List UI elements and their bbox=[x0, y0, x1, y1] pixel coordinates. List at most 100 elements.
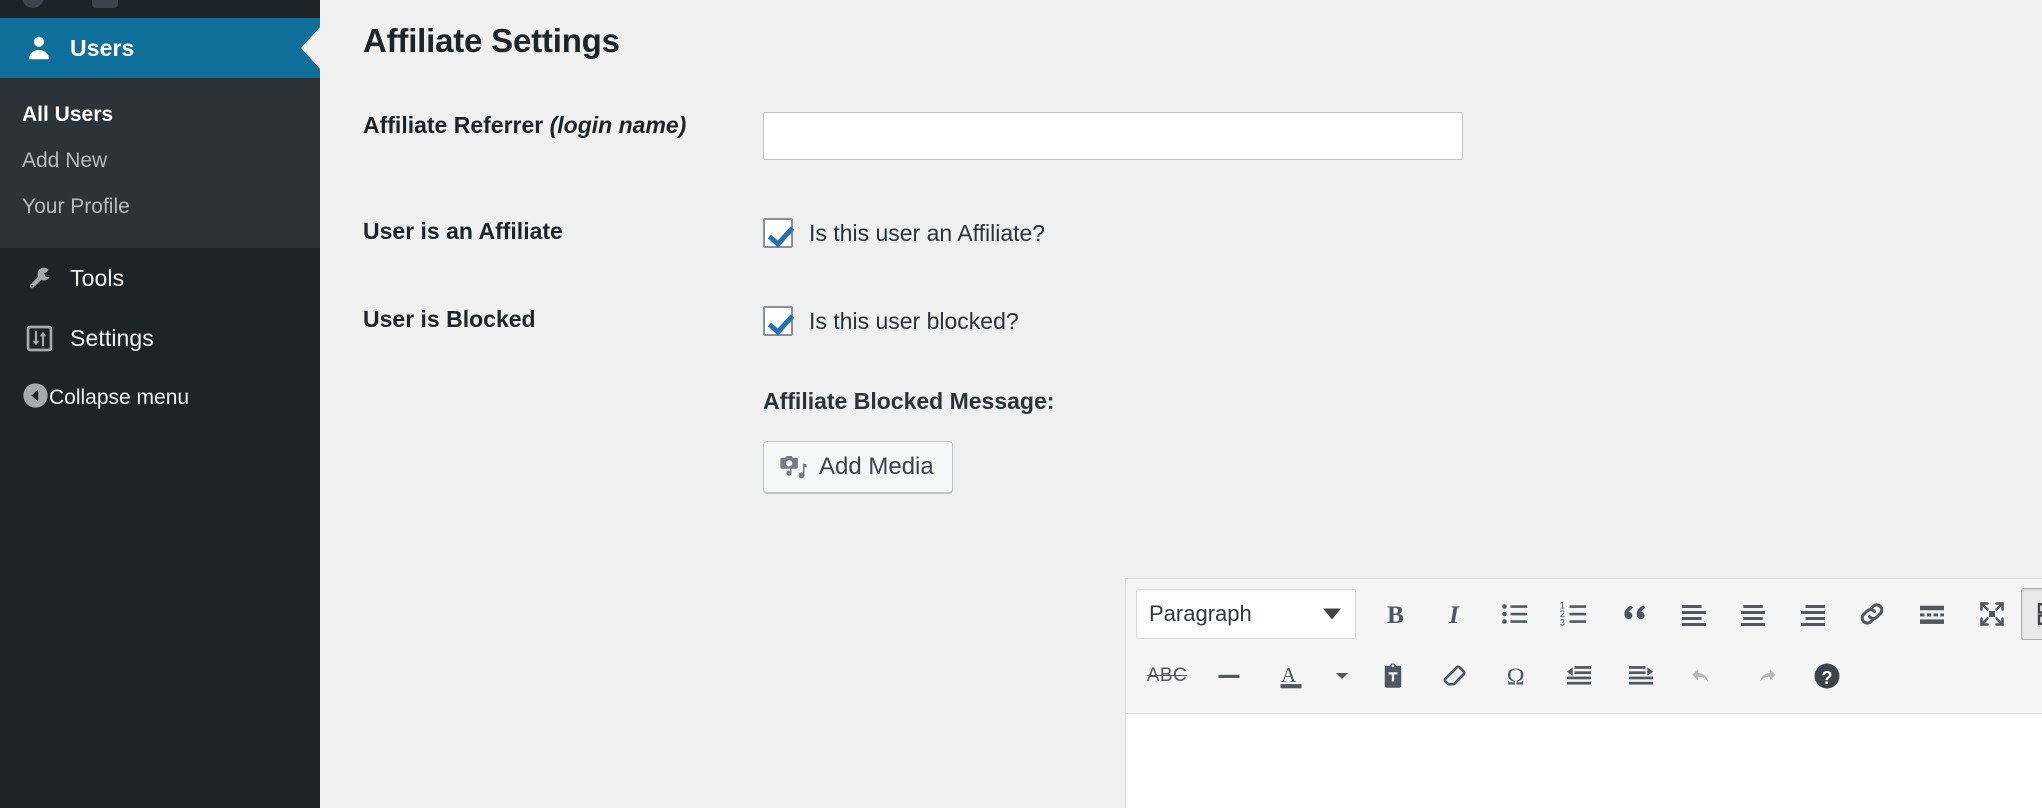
add-media-label: Add Media bbox=[819, 453, 934, 481]
sidebar-item-your-profile[interactable]: Your Profile bbox=[0, 184, 320, 230]
italic-button[interactable]: I bbox=[1425, 588, 1485, 640]
affiliate-settings-form: Affiliate Referrer (login name) User is … bbox=[320, 112, 2042, 493]
editor-content-area[interactable] bbox=[1126, 714, 2042, 808]
main-content: Affiliate Settings Affiliate Referrer (l… bbox=[320, 0, 2042, 808]
form-row-user-is-affiliate: User is an Affiliate Is this user an Aff… bbox=[320, 218, 2042, 248]
special-character-button[interactable]: Ω bbox=[1486, 650, 1548, 702]
rich-text-editor: Paragraph B I bbox=[1125, 578, 2042, 808]
blockquote-button[interactable] bbox=[1604, 588, 1664, 640]
numbered-list-icon: 1 2 3 bbox=[1559, 599, 1589, 629]
sidebar-item-all-users[interactable]: All Users bbox=[0, 92, 320, 138]
clear-formatting-eraser-icon bbox=[1440, 661, 1470, 691]
form-row-affiliate-referrer: Affiliate Referrer (login name) bbox=[320, 112, 2042, 160]
outdent-icon bbox=[1564, 661, 1594, 691]
chevron-down-icon bbox=[1332, 666, 1352, 686]
paste-as-text-icon bbox=[1378, 661, 1408, 691]
user-is-blocked-checkbox-label: Is this user blocked? bbox=[809, 308, 1019, 335]
format-select[interactable]: Paragraph bbox=[1136, 589, 1356, 639]
link-icon bbox=[1857, 599, 1887, 629]
undo-button[interactable] bbox=[1672, 650, 1734, 702]
sidebar-item-label-tools: Tools bbox=[70, 265, 124, 292]
text-color-dropdown-button[interactable] bbox=[1322, 650, 1362, 702]
undo-icon bbox=[1688, 661, 1718, 691]
svg-text:A: A bbox=[1281, 663, 1297, 687]
sidebar-item-settings[interactable]: Settings bbox=[0, 308, 320, 368]
special-character-omega-icon: Ω bbox=[1502, 661, 1532, 691]
align-right-button[interactable] bbox=[1783, 588, 1843, 640]
chevron-down-icon bbox=[1323, 609, 1341, 620]
horizontal-rule-icon bbox=[1214, 661, 1244, 691]
paste-as-text-button[interactable] bbox=[1362, 650, 1424, 702]
user-is-blocked-checkbox[interactable] bbox=[763, 306, 793, 336]
bold-button[interactable]: B bbox=[1366, 588, 1426, 640]
numbered-list-button[interactable]: 1 2 3 bbox=[1545, 588, 1605, 640]
affiliate-blocked-message-heading: Affiliate Blocked Message: bbox=[763, 388, 2042, 415]
align-center-icon bbox=[1738, 599, 1768, 629]
sidebar-item-label-users: Users bbox=[70, 35, 134, 62]
blockquote-icon bbox=[1619, 599, 1649, 629]
fullscreen-button[interactable] bbox=[1962, 588, 2022, 640]
bold-icon: B bbox=[1381, 599, 1411, 629]
label-affiliate-referrer-text: Affiliate Referrer bbox=[363, 112, 550, 138]
read-more-button[interactable] bbox=[1902, 588, 1962, 640]
checkbox-row-user-is-affiliate[interactable]: Is this user an Affiliate? bbox=[763, 218, 2042, 248]
label-user-is-affiliate: User is an Affiliate bbox=[320, 218, 763, 245]
svg-text:Ω: Ω bbox=[1507, 664, 1525, 690]
sidebar-item-tools[interactable]: Tools bbox=[0, 248, 320, 308]
strikethrough-abc-icon: ABC bbox=[1147, 665, 1188, 687]
partial-icon-b bbox=[92, 0, 118, 8]
format-select-value: Paragraph bbox=[1149, 601, 1252, 627]
user-icon bbox=[22, 31, 56, 65]
italic-icon: I bbox=[1440, 599, 1470, 629]
help-button[interactable]: ? bbox=[1796, 650, 1858, 702]
svg-text:?: ? bbox=[1822, 668, 1833, 688]
fullscreen-icon bbox=[1977, 599, 2007, 629]
toolbar-toggle-button[interactable] bbox=[2021, 588, 2042, 640]
align-center-button[interactable] bbox=[1723, 588, 1783, 640]
sidebar-item-add-new[interactable]: Add New bbox=[0, 138, 320, 184]
sliders-icon bbox=[22, 321, 56, 355]
sidebar-submenu-users: All Users Add New Your Profile bbox=[0, 78, 320, 248]
align-left-button[interactable] bbox=[1664, 588, 1724, 640]
sidebar-lower-menu: Tools Settings bbox=[0, 248, 320, 428]
admin-sidebar: Users All Users Add New Your Profile Too… bbox=[0, 0, 320, 808]
label-affiliate-referrer: Affiliate Referrer (login name) bbox=[320, 112, 763, 139]
editor-toolbar-row-2: ABC A bbox=[1126, 645, 2042, 707]
align-left-icon bbox=[1679, 599, 1709, 629]
collapse-menu-button[interactable]: Collapse menu bbox=[0, 368, 320, 428]
outdent-button[interactable] bbox=[1548, 650, 1610, 702]
affiliate-referrer-input[interactable] bbox=[763, 112, 1463, 160]
bulleted-list-button[interactable] bbox=[1485, 588, 1545, 640]
current-menu-arrow-icon bbox=[301, 26, 320, 70]
redo-button[interactable] bbox=[1734, 650, 1796, 702]
align-right-icon bbox=[1798, 599, 1828, 629]
sidebar-item-users[interactable]: Users bbox=[0, 18, 320, 78]
form-row-user-is-blocked: User is Blocked Is this user blocked? Af… bbox=[320, 306, 2042, 493]
label-affiliate-referrer-hint: (login name) bbox=[550, 112, 687, 138]
label-user-is-blocked: User is Blocked bbox=[320, 306, 763, 333]
indent-icon bbox=[1626, 661, 1656, 691]
horizontal-rule-button[interactable] bbox=[1198, 650, 1260, 702]
strikethrough-button[interactable]: ABC bbox=[1136, 650, 1198, 702]
svg-text:I: I bbox=[1448, 600, 1460, 629]
text-color-button[interactable]: A bbox=[1260, 650, 1322, 702]
add-media-icon bbox=[778, 452, 808, 482]
editor-toolbar: Paragraph B I bbox=[1126, 579, 2042, 714]
indent-button[interactable] bbox=[1610, 650, 1672, 702]
link-button[interactable] bbox=[1843, 588, 1903, 640]
clear-formatting-button[interactable] bbox=[1424, 650, 1486, 702]
text-color-icon: A bbox=[1276, 661, 1306, 691]
wrench-icon bbox=[22, 261, 56, 295]
user-is-affiliate-checkbox-label: Is this user an Affiliate? bbox=[809, 220, 1045, 247]
sidebar-partial-item-above bbox=[0, 0, 320, 18]
sidebar-item-label-settings: Settings bbox=[70, 325, 154, 352]
bulleted-list-icon bbox=[1500, 599, 1530, 629]
checkbox-row-user-is-blocked[interactable]: Is this user blocked? bbox=[763, 306, 2042, 336]
svg-text:B: B bbox=[1387, 600, 1404, 629]
partial-icon-a bbox=[22, 0, 44, 8]
read-more-icon bbox=[1917, 599, 1947, 629]
user-is-affiliate-checkbox[interactable] bbox=[763, 218, 793, 248]
help-question-icon: ? bbox=[1812, 661, 1842, 691]
editor-toolbar-row-1: Paragraph B I bbox=[1126, 583, 2042, 645]
add-media-button[interactable]: Add Media bbox=[763, 441, 953, 493]
